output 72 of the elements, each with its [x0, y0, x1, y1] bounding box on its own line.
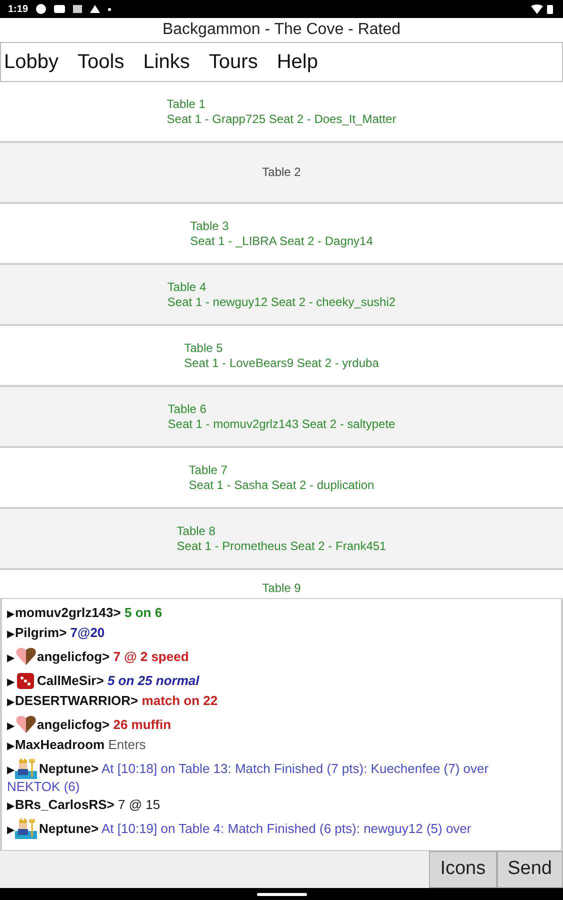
menu-item[interactable]: Help	[276, 47, 318, 77]
home-handle[interactable]	[256, 892, 306, 896]
chat-text: 7 @ 15	[118, 797, 160, 812]
chat-username: Neptune>	[39, 821, 99, 836]
menu-item[interactable]: Lobby	[4, 47, 58, 77]
bullet-marker: ▶	[7, 825, 15, 836]
table-seats: Seat 1 - LoveBears9 Seat 2 - yrduba	[184, 356, 379, 370]
heart-icon	[15, 645, 37, 667]
table-row[interactable]: Table 4 Seat 1 - newguy12 Seat 2 - cheeky_sushi2	[0, 265, 563, 326]
warning-icon	[90, 5, 100, 13]
chat-username: momuv2grlz143>	[15, 605, 121, 620]
table-seats: Seat 1 - Sasha Seat 2 - duplication	[188, 478, 374, 492]
heart-icon	[15, 713, 37, 735]
table-seats: Seat 1 - momuv2grlz143 Seat 2 - saltypete	[168, 416, 396, 432]
bullet-marker: ▶	[7, 721, 15, 732]
table-name: Table 7	[188, 462, 228, 478]
table-name: Table 3	[190, 218, 230, 234]
table-name: Table 9	[262, 581, 301, 596]
table-row[interactable]: Table 8 Seat 1 - Prometheus Seat 2 - Frank451	[0, 509, 563, 570]
menu-item[interactable]: Tours	[208, 47, 258, 77]
bullet-marker: ▶	[7, 653, 15, 664]
chat-text: At [10:18] on Table 13: Match Finished (7 pts): Kuechenfee (7) over	[102, 761, 489, 776]
chat-username: MaxHeadroom	[15, 737, 105, 752]
chat-text: 5 on 6	[124, 605, 162, 620]
chat-text: At [10:19] on Table 4: Match Finished (6 pts): newguy12 (5) over	[102, 821, 472, 836]
chat-text: 5 on 25 normal	[107, 673, 200, 688]
chat-username: angelicfog>	[37, 649, 110, 664]
bullet-marker: ▶	[7, 697, 15, 708]
bullet-marker: ▶	[7, 677, 15, 688]
video-icon	[54, 5, 66, 13]
table-name: Table 4	[167, 280, 208, 294]
table-name: Table 2	[262, 165, 301, 180]
bullet-marker: ▶	[7, 609, 15, 620]
window-title: Backgammon - The Cove - Rated	[161, 20, 402, 40]
table-name: Table 6	[168, 402, 208, 416]
chat-text: 7 @ 2 speed	[113, 649, 189, 664]
table-row[interactable]: Table 6 Seat 1 - momuv2grlz143 Seat 2 - saltypete	[0, 387, 563, 448]
info-icon	[36, 4, 46, 14]
chat-username: DESERTWARRIOR>	[15, 693, 138, 708]
bullet-marker: ▶	[7, 765, 15, 776]
dot-icon	[108, 8, 112, 10]
chat-username: BRs_CarlosRS>	[15, 797, 114, 812]
table-name: Table 8	[176, 524, 216, 538]
clock: 1:19	[8, 2, 28, 16]
bullet-marker: ▶	[7, 801, 15, 812]
chat-text: 26 muffin	[113, 717, 172, 732]
table-seats: Seat 1 - Grapp725 Seat 2 - Does_It_Matter	[166, 112, 396, 126]
table-seats: Seat 1 - _LIBRA Seat 2 - Dagny14	[190, 234, 373, 248]
image-icon	[73, 5, 82, 13]
table-name: Table 1	[166, 96, 206, 112]
chat-text: match on 22	[142, 693, 218, 708]
table-name: Table 5	[184, 340, 224, 356]
chat-username: Pilgrim>	[15, 625, 67, 640]
chat-username: CallMeSir>	[37, 673, 104, 688]
figure-icon	[15, 817, 39, 839]
chat-username: angelicfog>	[37, 717, 110, 732]
chat-text: Enters	[108, 737, 146, 752]
chat-text: NEKTOK (6)	[7, 779, 80, 794]
table-row[interactable]: Table 2	[0, 143, 563, 204]
chat-username: Neptune>	[39, 761, 99, 776]
menu-item[interactable]: Tools	[78, 47, 124, 77]
table-seats: Seat 1 - newguy12 Seat 2 - cheeky_sushi2	[167, 294, 396, 310]
bullet-marker: ▶	[7, 629, 15, 640]
bullet-marker: ▶	[7, 741, 15, 752]
chat-text: 7@20	[70, 625, 105, 640]
chat-input[interactable]	[0, 851, 430, 888]
figure-icon	[15, 757, 39, 779]
wifi-battery-icon	[529, 4, 555, 14]
chat-button[interactable]: Icons	[429, 851, 497, 888]
chat-button[interactable]: Send	[496, 851, 563, 888]
table-seats: Seat 1 - Prometheus Seat 2 - Frank451	[176, 538, 386, 554]
menu-item[interactable]: Links	[143, 47, 190, 77]
